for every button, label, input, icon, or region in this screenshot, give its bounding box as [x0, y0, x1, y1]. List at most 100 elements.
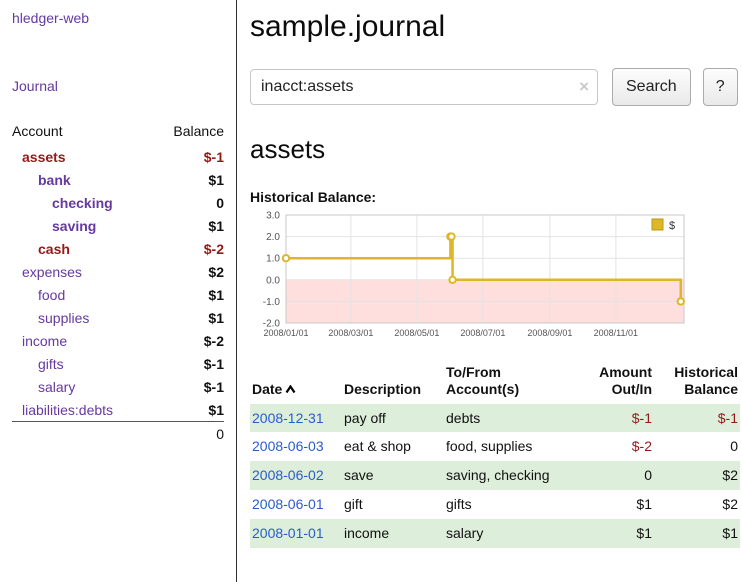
account-row-salary: salary $-1 — [12, 375, 224, 398]
chart-container: 3.02.01.00.0-1.0-2.02008/01/012008/03/01… — [250, 207, 738, 346]
transaction-balance: 0 — [654, 432, 740, 461]
transaction-amount: $-1 — [572, 404, 654, 433]
svg-text:0.0: 0.0 — [266, 275, 280, 286]
transaction-amount: $-2 — [572, 432, 654, 461]
help-button[interactable]: ? — [703, 68, 738, 106]
search-bar: × Search ? — [250, 68, 738, 106]
svg-text:1.0: 1.0 — [266, 254, 280, 265]
transaction-date-link[interactable]: 2008-06-03 — [252, 438, 324, 454]
sidebar: hledger-web Journal Account Balance asse… — [0, 0, 237, 582]
transaction-balance: $2 — [654, 490, 740, 519]
account-link[interactable]: checking — [52, 195, 113, 211]
accounts-header-line2: Account(s) — [446, 381, 564, 398]
amount-header-line2: Out/In — [574, 381, 652, 398]
accounts-col-balance: Balance — [153, 120, 224, 145]
account-balance: $-1 — [153, 145, 224, 168]
main-content: sample.journal × Search ? assets Histori… — [238, 0, 742, 548]
search-box: × — [250, 69, 598, 105]
accounts-header-row: Account Balance — [12, 120, 224, 145]
register-col-description: Description — [342, 362, 444, 404]
accounts-table: Account Balance assets $-1 bank $1 check… — [12, 120, 224, 446]
account-balance: $1 — [153, 214, 224, 237]
amount-header-line1: Amount — [574, 364, 652, 381]
transaction-accounts: salary — [444, 519, 572, 548]
transaction-description: pay off — [342, 404, 444, 433]
account-link[interactable]: liabilities:debts — [22, 402, 113, 418]
transaction-balance: $2 — [654, 461, 740, 490]
account-link[interactable]: salary — [38, 379, 75, 395]
register-row: 2008-06-02 save saving, checking 0 $2 — [250, 461, 740, 490]
account-heading: assets — [250, 134, 738, 165]
transaction-accounts: debts — [444, 404, 572, 433]
transaction-date-link[interactable]: 2008-06-01 — [252, 496, 324, 512]
account-row-expenses: expenses $2 — [12, 260, 224, 283]
app-title-link[interactable]: hledger-web — [12, 10, 89, 26]
account-row-cash: cash $-2 — [12, 237, 224, 260]
clear-search-icon[interactable]: × — [579, 77, 589, 97]
account-balance: 0 — [153, 191, 224, 214]
balance-header-line2: Balance — [656, 381, 738, 398]
account-link[interactable]: assets — [22, 149, 66, 165]
accounts-header-line1: To/From — [446, 364, 564, 381]
transaction-description: gift — [342, 490, 444, 519]
account-balance: $-1 — [153, 352, 224, 375]
register-row: 2008-12-31 pay off debts $-1 $-1 — [250, 404, 740, 433]
transaction-amount: $1 — [572, 519, 654, 548]
historical-balance-chart: 3.02.01.00.0-1.0-2.02008/01/012008/03/01… — [250, 207, 690, 343]
accounts-total-value: 0 — [153, 422, 224, 446]
transaction-description: income — [342, 519, 444, 548]
account-row-checking: checking 0 — [12, 191, 224, 214]
register-col-amount: Amount Out/In — [572, 362, 654, 404]
account-row-assets: assets $-1 — [12, 145, 224, 168]
account-link[interactable]: bank — [38, 172, 71, 188]
svg-text:2008/01/01: 2008/01/01 — [263, 328, 308, 338]
transaction-amount: 0 — [572, 461, 654, 490]
date-header-label: Date — [252, 381, 282, 397]
search-button[interactable]: Search — [612, 68, 691, 106]
account-link[interactable]: income — [22, 333, 67, 349]
register-col-accounts: To/From Account(s) — [444, 362, 572, 404]
account-balance: $-2 — [153, 329, 224, 352]
search-input[interactable] — [250, 69, 598, 105]
balance-header-line1: Historical — [656, 364, 738, 381]
register-col-date[interactable]: Date — [250, 362, 342, 404]
account-row-liabilities-debts: liabilities:debts $1 — [12, 398, 224, 422]
transaction-description: eat & shop — [342, 432, 444, 461]
transaction-date-link[interactable]: 2008-06-02 — [252, 467, 324, 483]
register-row: 2008-01-01 income salary $1 $1 — [250, 519, 740, 548]
account-balance: $1 — [153, 398, 224, 422]
register-table: Date Description To/From Account(s) Amou… — [250, 362, 740, 548]
sort-ascending-icon — [285, 385, 296, 394]
transaction-accounts: saving, checking — [444, 461, 572, 490]
account-link[interactable]: cash — [38, 241, 70, 257]
account-row-supplies: supplies $1 — [12, 306, 224, 329]
account-link[interactable]: gifts — [38, 356, 64, 372]
svg-text:2008/09/01: 2008/09/01 — [527, 328, 572, 338]
account-link[interactable]: food — [38, 287, 65, 303]
account-balance: $1 — [153, 306, 224, 329]
transaction-amount: $1 — [572, 490, 654, 519]
svg-text:$: $ — [669, 220, 675, 232]
register-col-balance: Historical Balance — [654, 362, 740, 404]
account-row-bank: bank $1 — [12, 168, 224, 191]
svg-text:2008/07/01: 2008/07/01 — [460, 328, 505, 338]
transaction-accounts: gifts — [444, 490, 572, 519]
transaction-date-link[interactable]: 2008-01-01 — [252, 525, 324, 541]
account-link[interactable]: supplies — [38, 310, 89, 326]
svg-text:2008/05/01: 2008/05/01 — [394, 328, 439, 338]
svg-text:-1.0: -1.0 — [263, 297, 281, 308]
account-balance: $1 — [153, 283, 224, 306]
transaction-balance: $1 — [654, 519, 740, 548]
transaction-balance: $-1 — [654, 404, 740, 433]
accounts-col-account: Account — [12, 120, 153, 145]
account-link[interactable]: saving — [52, 218, 96, 234]
register-header-row: Date Description To/From Account(s) Amou… — [250, 362, 740, 404]
sidebar-item-journal[interactable]: Journal — [12, 78, 58, 94]
transaction-description: save — [342, 461, 444, 490]
chart-title: Historical Balance: — [250, 189, 738, 205]
account-row-gifts: gifts $-1 — [12, 352, 224, 375]
account-balance: $1 — [153, 168, 224, 191]
account-link[interactable]: expenses — [22, 264, 82, 280]
account-row-saving: saving $1 — [12, 214, 224, 237]
transaction-date-link[interactable]: 2008-12-31 — [252, 410, 324, 426]
